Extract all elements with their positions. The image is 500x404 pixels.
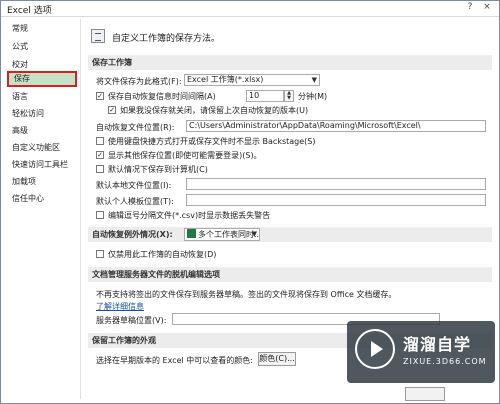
local-location-input[interactable] <box>186 178 486 190</box>
autorecover-exceptions-label: 自动恢复例外情况(X): <box>92 230 173 239</box>
autorecover-label: 保存自动恢复信息时间间隔(A) <box>108 92 216 101</box>
no-backstage-checkbox[interactable] <box>96 137 104 145</box>
colors-button[interactable]: 颜色(C)... <box>258 352 296 366</box>
sidebar-item-customize-ribbon[interactable]: 自定义功能区 <box>5 140 79 156</box>
play-logo-icon <box>355 329 395 369</box>
save-format-select[interactable]: Excel 工作簿(*.xlsx) ▼ <box>184 74 320 86</box>
minutes-label: 分钟(M) <box>298 92 328 101</box>
save-to-computer-label: 默认情况下保存到计算机(C) <box>108 165 208 174</box>
ok-button[interactable] <box>405 387 445 401</box>
csv-warning-checkbox[interactable] <box>96 211 104 219</box>
close-icon[interactable]: × <box>480 2 494 15</box>
help-icon[interactable]: ? <box>463 2 477 15</box>
keep-last-version-label: 如果我没保存就关闭，请保留上次自动恢复的版本(U) <box>120 106 309 115</box>
sidebar-item-advanced[interactable]: 高级 <box>5 123 79 139</box>
disable-autorecover-label: 仅禁用此工作簿的自动恢复(D) <box>108 250 217 259</box>
chevron-down-icon: ▼ <box>311 76 317 84</box>
learn-more-link[interactable]: 了解详细信息 <box>96 301 144 312</box>
local-location-label: 默认本地文件位置(I): <box>96 181 172 190</box>
autorecover-checkbox[interactable]: ✓ <box>96 92 104 100</box>
save-format-value: Excel 工作簿(*.xlsx) <box>187 75 264 84</box>
section-offline-editing: 文档管理服务器文件的脱机编辑选项 <box>88 267 492 282</box>
colors-label: 选择在早期版本的 Excel 中可以查看的颜色: <box>96 356 253 365</box>
watermark-url: ZIXUE.3D66.COM <box>403 357 487 366</box>
drafts-location-label: 服务器草稿位置(V): <box>96 316 167 325</box>
title-bar: Excel 选项 ? × <box>1 1 499 17</box>
chevron-down-icon: ▼ <box>251 230 257 238</box>
show-more-locations-checkbox[interactable]: ✓ <box>96 151 104 159</box>
format-label: 将文件保存为此格式(F): <box>96 77 182 86</box>
excel-options-dialog: Excel 选项 ? × 常规 公式 校对 保存 语言 轻松访问 高级 自定义功… <box>0 0 500 404</box>
save-to-computer-checkbox[interactable] <box>96 165 104 173</box>
sidebar-item-quick-access-toolbar[interactable]: 快速访问工具栏 <box>5 157 79 173</box>
offline-info-text: 不再支持将签出的文件保存到服务器草稿。签出的文件现将保存到 Office 文档缓… <box>96 290 397 299</box>
sidebar-item-formulas[interactable]: 公式 <box>5 39 79 55</box>
section-autorecover-exceptions: 自动恢复例外情况(X): <box>88 227 492 242</box>
no-backstage-label: 使用键盘快捷方式打开或保存文件时不显示 Backstage(S) <box>108 137 316 146</box>
csv-warning-label: 编辑逗号分隔文件(*.csv)时显示数据丢失警告 <box>108 211 271 220</box>
excel-workbook-icon <box>187 229 196 238</box>
personal-template-label: 默认个人模板位置(T): <box>96 197 174 206</box>
sidebar-item-save[interactable]: 保存 <box>7 71 77 87</box>
sidebar-item-trust-center[interactable]: 信任中心 <box>5 191 79 207</box>
section-save-workbooks: 保存工作簿 <box>88 55 492 70</box>
personal-template-input[interactable] <box>186 194 486 206</box>
show-more-locations-label: 显示其他保存位置(即使可能需要登录)(S)。 <box>108 151 262 160</box>
page-title: 自定义工作簿的保存方法。 <box>112 34 221 44</box>
window-title: Excel 选项 <box>7 6 52 16</box>
autorecover-minutes-input[interactable]: 10 <box>246 90 284 102</box>
save-options-icon <box>91 29 105 43</box>
disable-autorecover-checkbox[interactable] <box>96 250 104 258</box>
sidebar-item-accessibility[interactable]: 轻松访问 <box>5 106 79 122</box>
autorecover-location-label: 自动恢复文件位置(R): <box>96 123 175 132</box>
watermark-brand: 溜溜自学 <box>403 335 472 354</box>
keep-last-version-checkbox[interactable]: ✓ <box>108 106 116 114</box>
sidebar-item-general[interactable]: 常规 <box>5 21 79 37</box>
exceptions-workbook-select[interactable]: 多个工作表同时... ▼ <box>184 228 260 241</box>
sidebar: 常规 公式 校对 保存 语言 轻松访问 高级 自定义功能区 快速访问工具栏 加载… <box>5 19 81 399</box>
autorecover-location-input[interactable]: C:\Users\Administrator\AppData\Roaming\M… <box>186 120 486 132</box>
sidebar-item-language[interactable]: 语言 <box>5 89 79 105</box>
watermark: 溜溜自学 ZIXUE.3D66.COM <box>347 321 495 383</box>
autorecover-minutes-spinner[interactable]: ▲ ▼ <box>284 90 294 102</box>
sidebar-item-addins[interactable]: 加载项 <box>5 174 79 190</box>
